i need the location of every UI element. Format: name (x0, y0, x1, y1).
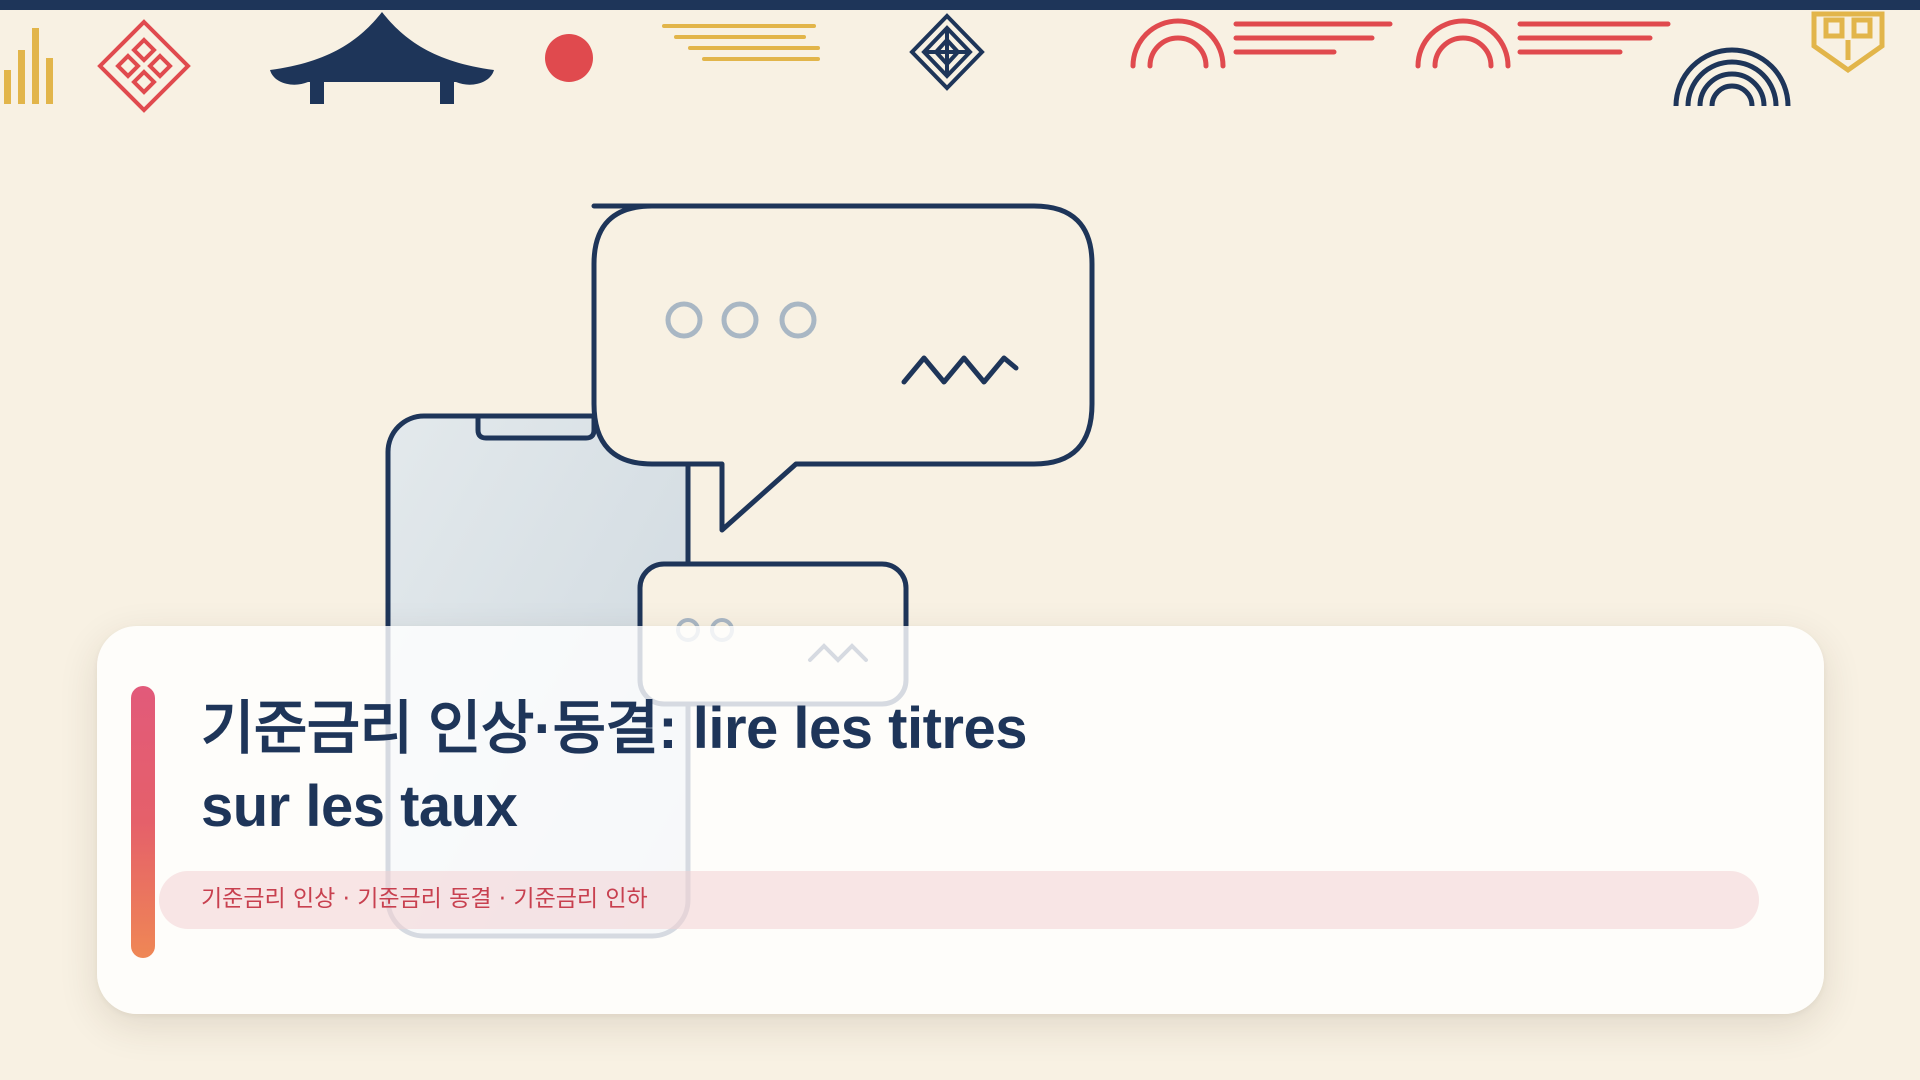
arch-icon (1130, 18, 1671, 69)
accent-bar (131, 686, 155, 958)
lattice-medallion-icon (909, 13, 985, 91)
bars-icon (4, 28, 53, 104)
red-sun-icon (545, 34, 593, 82)
pagoda-roof-icon (270, 12, 494, 104)
top-border (0, 0, 1920, 10)
keyword-tags: 기준금리 인상 · 기준금리 동결 · 기준금리 인하 (201, 886, 648, 912)
title-line-2: sur les taux (201, 774, 518, 839)
wavy-lines-icon (662, 24, 820, 61)
page: { "card": { "title_line1": "기준금리 인상·동결: … (0, 0, 1920, 1080)
title-line-1: 기준금리 인상·동결: lire les titres (201, 696, 1027, 761)
rainbow-arch-icon (1673, 47, 1791, 107)
headline-card: 기준금리 인상·동결: lire les titres sur les taux… (97, 626, 1824, 1014)
page-title: 기준금리 인상·동결: lire les titres sur les taux (201, 690, 1501, 846)
diamond-pattern-icon (97, 19, 191, 113)
decorative-pattern-strip (4, 11, 1885, 113)
knot-pattern-icon (1811, 11, 1885, 74)
